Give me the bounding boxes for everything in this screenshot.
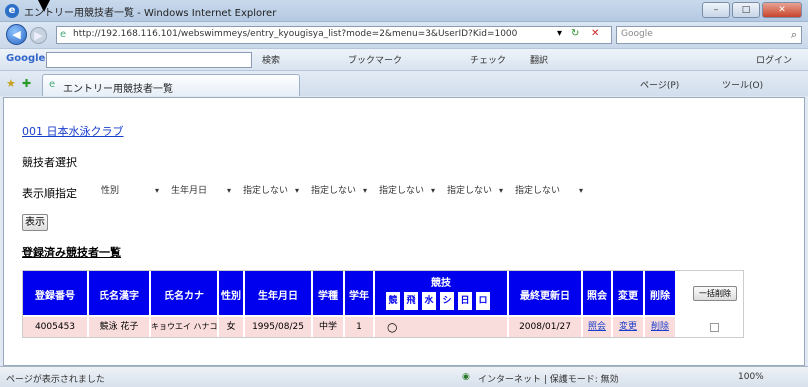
dropdown-icon[interactable]: ▾ [557, 28, 562, 39]
address-bar[interactable]: e http://192.168.116.101/webswimmeys/ent… [56, 26, 612, 44]
athlete-table: 登録番号 氏名漢字 氏名カナ 性別 生年月日 学種 学年 競技 競 飛 水 シ … [22, 270, 744, 338]
tools-menu[interactable]: ツール(O) [722, 78, 763, 91]
address-toolbar: ◀ ▶ e http://192.168.116.101/webswimmeys… [0, 22, 808, 48]
event-sub-0: 競 [385, 291, 401, 311]
header-edit: 変更 [613, 271, 645, 315]
header-birth: 生年月日 [245, 271, 313, 315]
minimize-button[interactable]: – [702, 2, 730, 18]
search-icon[interactable]: ⌕ [791, 28, 797, 42]
check-button[interactable]: チェック [470, 53, 506, 66]
list-heading: 登録済み競技者一覧 [22, 246, 121, 259]
header-events: 競技 競 飛 水 シ 日 ロ [375, 271, 509, 315]
page-icon: e [60, 29, 67, 40]
event-sub-3: シ [439, 291, 455, 311]
stop-icon[interactable]: ✕ [591, 28, 599, 39]
event-sub-4: 日 [457, 291, 473, 311]
filter-select-4[interactable]: 指定しない ▾ [310, 183, 372, 199]
filter-select-5[interactable]: 指定しない ▾ [378, 183, 440, 199]
page-content: 001 日本水泳クラブ 競技者選択 表示順指定 性別 ▾ 生年月日 ▾ 指定しない ▾… [3, 97, 805, 366]
filter-label: 表示順指定 [22, 187, 77, 200]
header-updated: 最終更新日 [509, 271, 583, 315]
view-link[interactable]: 照会 [588, 322, 606, 332]
header-gender: 性別 [219, 271, 245, 315]
header-view: 照会 [583, 271, 613, 315]
zone-text: インターネット | 保護モード: 無効 [478, 375, 619, 385]
search-placeholder: Google [621, 29, 653, 39]
cell-view: 照会 [583, 317, 613, 337]
filter-select-2[interactable]: 生年月日 ▾ [170, 183, 236, 199]
translate-button[interactable]: 翻訳 [530, 53, 548, 66]
status-bar: ページが表示されました ◉ インターネット | 保護モード: 無効 100% [0, 366, 808, 387]
row-checkbox[interactable] [710, 323, 719, 332]
filter-select-1[interactable]: 性別 ▾ [100, 183, 164, 199]
add-favorite-icon[interactable]: ✚ [22, 77, 31, 90]
show-button[interactable]: 表示 [22, 214, 48, 231]
login-button[interactable]: ログイン [756, 53, 792, 66]
tab-label: エントリー用競技者一覧 [63, 84, 173, 95]
cell-id: 4005453 [23, 317, 89, 337]
event-sub-1: 飛 [403, 291, 419, 311]
page-menu[interactable]: ページ(P) [640, 78, 679, 91]
event-sub-5: ロ [475, 291, 491, 311]
cell-events: ○ [375, 317, 509, 337]
google-search-button[interactable]: 検索 [262, 53, 280, 66]
filter-select-3[interactable]: 指定しない ▾ [242, 183, 304, 199]
ie-logo-icon: e [5, 4, 19, 18]
cell-name-kanji: 競泳 花子 [89, 317, 151, 337]
header-name-kanji: 氏名漢字 [89, 271, 151, 315]
google-toolbar: Google 検索 ブックマーク チェック 翻訳 ログイン [0, 48, 808, 70]
title-bar: e エントリー用競技者一覧 - Windows Internet Explore… [0, 0, 808, 22]
tab-bar: ★ ✚ e エントリー用競技者一覧 ページ(P) ツール(O) [0, 70, 808, 96]
maximize-button[interactable]: □ [732, 2, 760, 18]
cell-gender: 女 [219, 317, 245, 337]
tab-active[interactable]: e エントリー用競技者一覧 [42, 74, 300, 96]
google-label: Google [6, 53, 46, 64]
header-id: 登録番号 [23, 271, 89, 315]
cell-birth: 1995/08/25 [245, 317, 313, 337]
filter-select-6[interactable]: 指定しない ▾ [446, 183, 508, 199]
select-heading: 競技者選択 [22, 156, 77, 169]
google-search-field[interactable] [46, 52, 252, 68]
cell-school: 中学 [313, 317, 345, 337]
cell-delete: 削除 [645, 317, 677, 337]
event-sub-2: 水 [421, 291, 437, 311]
club-link[interactable]: 001 日本水泳クラブ [22, 123, 124, 139]
refresh-icon[interactable]: ↻ [571, 28, 579, 39]
close-button[interactable]: ✕ [762, 2, 802, 18]
window-title: エントリー用競技者一覧 - Windows Internet Explorer [24, 8, 277, 19]
back-button[interactable]: ◀ [6, 24, 27, 45]
cell-updated: 2008/01/27 [509, 317, 583, 337]
globe-icon: ◉ [462, 372, 470, 382]
bookmark-button[interactable]: ブックマーク [348, 53, 402, 66]
cell-name-kana: キョウエイ ハナコ [151, 317, 219, 337]
header-school: 学種 [313, 271, 345, 315]
zoom-text[interactable]: 100% [738, 372, 764, 382]
edit-link[interactable]: 変更 [619, 322, 637, 332]
status-text: ページが表示されました [6, 375, 105, 385]
header-delete: 削除 [645, 271, 677, 315]
mouse-cursor-icon [38, 0, 50, 12]
tab-page-icon: e [49, 79, 56, 90]
cell-grade: 1 [345, 317, 375, 337]
favorites-star-icon[interactable]: ★ [6, 77, 16, 90]
header-grade: 学年 [345, 271, 375, 315]
cell-edit: 変更 [613, 317, 645, 337]
delete-link[interactable]: 削除 [651, 322, 669, 332]
bulk-delete-button[interactable]: 一括削除 [693, 286, 737, 301]
search-box[interactable]: Google ⌕ [616, 26, 802, 44]
url-text: http://192.168.116.101/webswimmeys/entry… [73, 29, 518, 39]
header-name-kana: 氏名カナ [151, 271, 219, 315]
forward-button[interactable]: ▶ [30, 27, 47, 44]
filter-select-7[interactable]: 指定しない ▾ [514, 183, 588, 199]
